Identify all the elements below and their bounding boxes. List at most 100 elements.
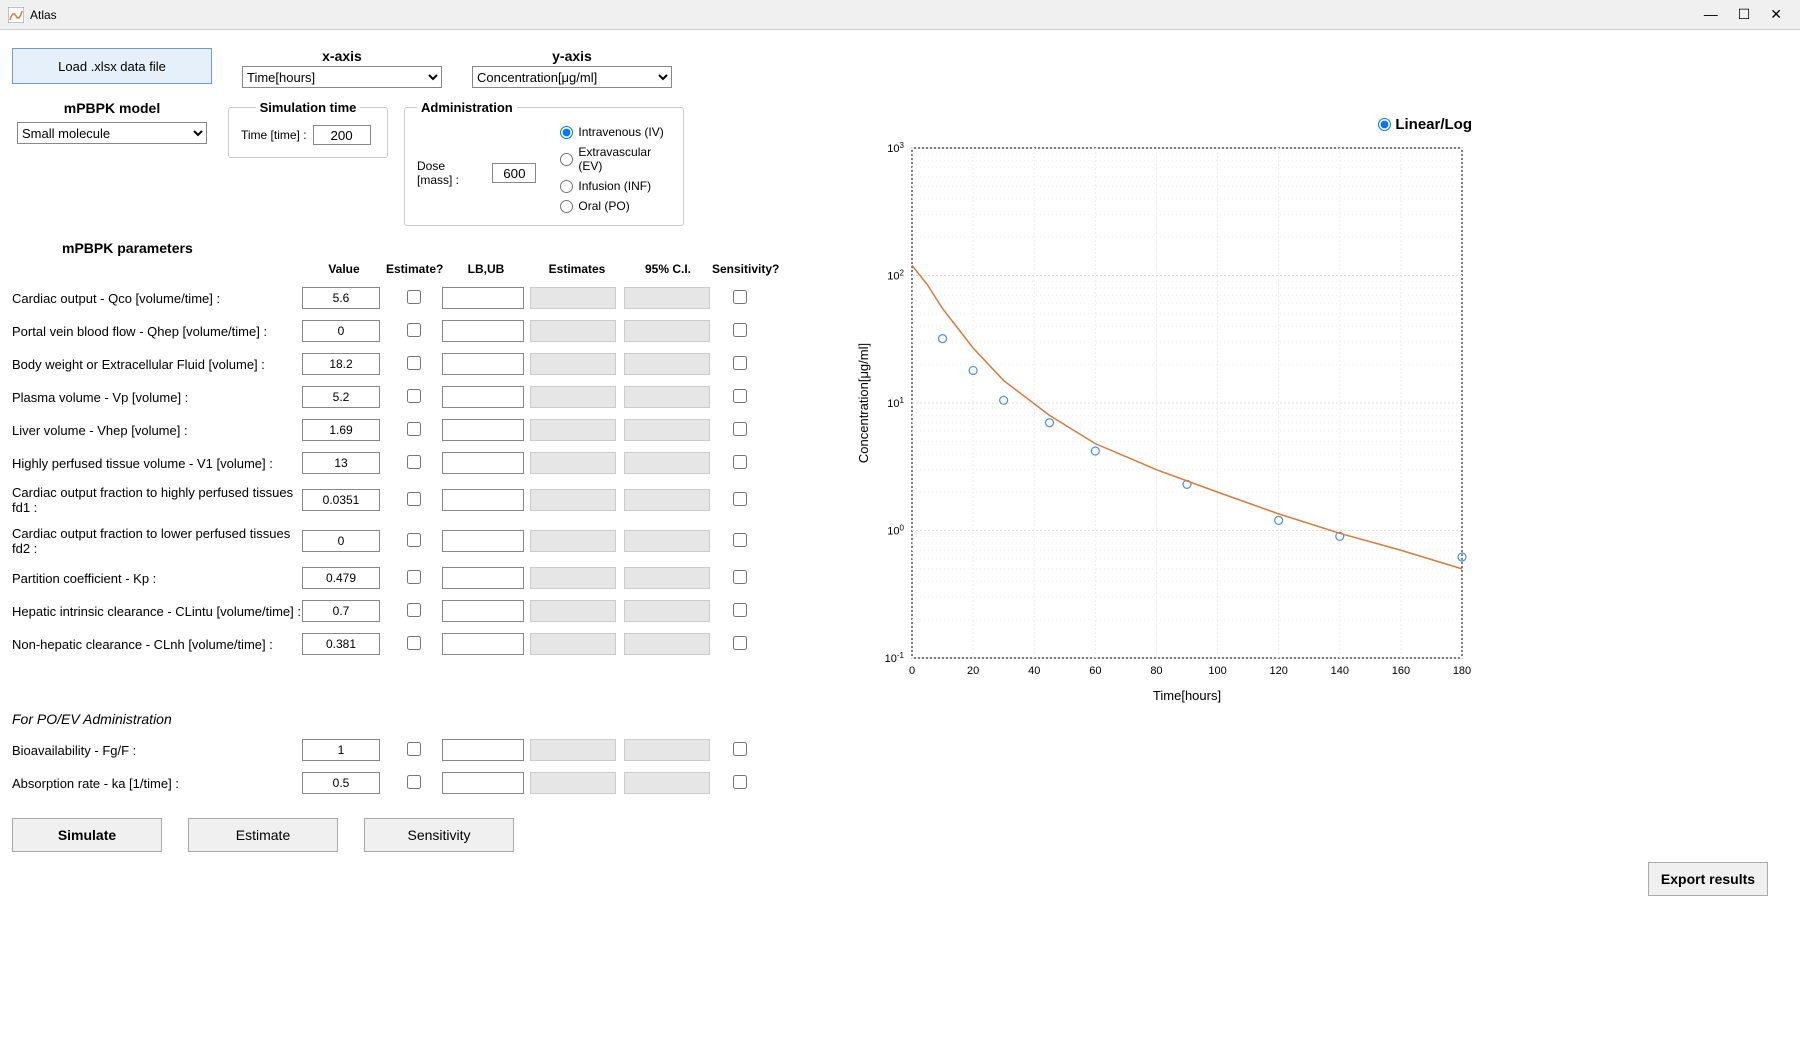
simtime-label: Time [time] : [241,128,307,142]
param-estimate-checkbox[interactable] [407,742,421,756]
window-title: Atlas [30,8,57,22]
param-estimates-cell [530,567,616,589]
param-value-input[interactable] [302,530,380,552]
param-value-input[interactable] [302,600,380,622]
close-icon[interactable]: ✕ [1770,6,1782,23]
param-estimates-cell [530,739,616,761]
admin-inf-radio[interactable] [560,180,573,193]
param-value-input[interactable] [302,567,380,589]
svg-text:180: 180 [1453,665,1471,677]
param-estimates-cell [530,452,616,474]
param-estimate-checkbox[interactable] [407,290,421,304]
param-sens-checkbox[interactable] [733,742,747,756]
svg-text:160: 160 [1392,665,1410,677]
param-estimate-checkbox[interactable] [407,636,421,650]
param-lbub-input[interactable] [442,386,524,408]
param-sens-checkbox[interactable] [733,356,747,370]
admin-po-radio[interactable] [560,200,573,213]
estimate-button[interactable]: Estimate [188,818,338,852]
param-label: Liver volume - Vhep [volume] : [12,423,302,438]
param-lbub-input[interactable] [442,353,524,375]
param-lbub-input[interactable] [442,567,524,589]
admin-iv-radio[interactable] [560,126,573,139]
param-lbub-input[interactable] [442,530,524,552]
minimize-icon[interactable]: — [1704,6,1718,23]
xaxis-label: x-axis [322,48,362,64]
param-value-input[interactable] [302,739,380,761]
linear-log-radio[interactable] [1378,118,1391,131]
simtime-input[interactable] [313,125,371,145]
simulate-button[interactable]: Simulate [12,818,162,852]
param-lbub-input[interactable] [442,452,524,474]
param-estimate-checkbox[interactable] [407,455,421,469]
param-lbub-input[interactable] [442,489,524,511]
chart-panel: Linear/Log 10-11001011021030204060801001… [852,138,1472,708]
param-sens-checkbox[interactable] [733,492,747,506]
admin-ev-radio[interactable] [560,153,573,166]
param-lbub-input[interactable] [442,320,524,342]
param-sens-checkbox[interactable] [733,603,747,617]
param-sens-checkbox[interactable] [733,323,747,337]
param-value-input[interactable] [302,287,380,309]
param-lbub-input[interactable] [442,739,524,761]
poev-header: For PO/EV Administration [12,711,812,727]
svg-text:140: 140 [1331,665,1349,677]
param-value-input[interactable] [302,320,380,342]
param-sens-checkbox[interactable] [733,570,747,584]
param-lbub-input[interactable] [442,600,524,622]
param-estimate-checkbox[interactable] [407,356,421,370]
param-lbub-input[interactable] [442,772,524,794]
dose-input[interactable] [492,163,536,183]
param-estimate-checkbox[interactable] [407,603,421,617]
load-data-button[interactable]: Load .xlsx data file [12,48,212,84]
param-sens-checkbox[interactable] [733,533,747,547]
yaxis-select[interactable]: Concentration[μg/ml] [472,66,672,88]
param-lbub-input[interactable] [442,287,524,309]
param-estimate-checkbox[interactable] [407,389,421,403]
param-value-input[interactable] [302,353,380,375]
sensitivity-button[interactable]: Sensitivity [364,818,514,852]
param-estimates-cell [530,386,616,408]
svg-text:80: 80 [1150,665,1162,677]
param-lbub-input[interactable] [442,633,524,655]
param-label: Plasma volume - Vp [volume] : [12,390,302,405]
param-estimate-checkbox[interactable] [407,323,421,337]
param-label: Cardiac output fraction to highly perfus… [12,485,302,515]
param-estimate-checkbox[interactable] [407,775,421,789]
svg-text:100: 100 [1208,665,1226,677]
chart-svg: 10-1100101102103020406080100120140160180… [852,138,1472,708]
export-button[interactable]: Export results [1648,862,1768,896]
param-sens-checkbox[interactable] [733,775,747,789]
param-sens-checkbox[interactable] [733,455,747,469]
param-estimate-checkbox[interactable] [407,492,421,506]
param-sens-checkbox[interactable] [733,422,747,436]
param-ci-cell [624,633,710,655]
param-label: Cardiac output fraction to lower perfuse… [12,526,302,556]
param-label: Highly perfused tissue volume - V1 [volu… [12,456,302,471]
param-ci-cell [624,452,710,474]
admin-fieldset: Administration Dose [mass] : Intravenous… [404,100,684,226]
param-label: Bioavailability - Fg/F : [12,743,302,758]
param-table: Value Estimate? LB,UB Estimates 95% C.I.… [12,262,812,655]
param-estimates-cell [530,320,616,342]
param-lbub-input[interactable] [442,419,524,441]
app-logo-icon [8,7,24,23]
param-estimate-checkbox[interactable] [407,422,421,436]
param-sens-checkbox[interactable] [733,290,747,304]
param-sens-checkbox[interactable] [733,389,747,403]
param-estimate-checkbox[interactable] [407,570,421,584]
param-label: Non-hepatic clearance - CLnh [volume/tim… [12,637,302,652]
param-sens-checkbox[interactable] [733,636,747,650]
param-value-input[interactable] [302,452,380,474]
param-value-input[interactable] [302,633,380,655]
model-select[interactable]: Small molecule [17,122,207,144]
param-value-input[interactable] [302,386,380,408]
xaxis-select[interactable]: Time[hours] [242,66,442,88]
maximize-icon[interactable]: ☐ [1738,6,1751,23]
svg-text:103: 103 [887,141,904,156]
param-value-input[interactable] [302,772,380,794]
param-value-input[interactable] [302,419,380,441]
param-estimate-checkbox[interactable] [407,533,421,547]
param-ci-cell [624,739,710,761]
param-value-input[interactable] [302,489,380,511]
